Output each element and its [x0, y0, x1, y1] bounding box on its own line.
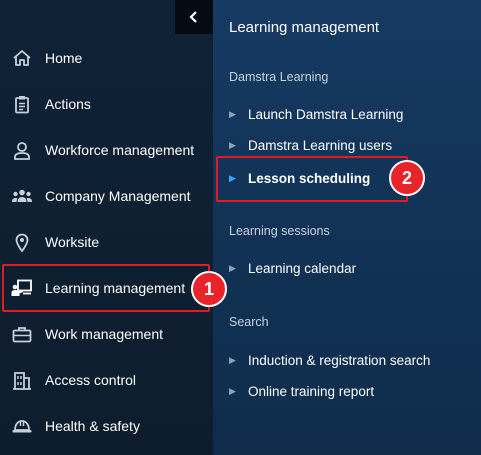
link-label: Online training report — [248, 383, 375, 399]
sidebar-item-work-management[interactable]: Work management — [0, 311, 213, 357]
sidebar-item-label: Home — [45, 50, 83, 66]
panel-title: Learning management — [229, 19, 380, 36]
sidebar-item-label: Access control — [45, 372, 137, 388]
highlight-lesson-scheduling — [216, 156, 408, 202]
sidebar-item-access-control[interactable]: Access control — [0, 357, 213, 403]
link-launch-damstra-learning[interactable]: ▶ Launch Damstra Learning — [229, 102, 469, 126]
link-learning-calendar[interactable]: ▶ Learning calendar — [229, 256, 469, 280]
sidebar-item-label: Company Management — [45, 188, 191, 204]
sidebar-item-worksite[interactable]: Worksite — [0, 219, 213, 265]
sidebar-item-label: Health & safety — [45, 418, 140, 434]
sidebar-item-company-management[interactable]: Company Management — [0, 173, 213, 219]
step-badge-2: 2 — [389, 160, 425, 196]
sidebar-item-label: Workforce management — [45, 142, 195, 158]
chevron-right-icon: ▶ — [229, 354, 236, 365]
sidebar-item-label: Worksite — [45, 234, 100, 250]
chevron-right-icon: ▶ — [229, 262, 236, 273]
section-heading-search: Search — [229, 315, 269, 329]
sidebar: Home Actions Workforce management Compan… — [0, 0, 213, 455]
link-online-training-report[interactable]: ▶ Online training report — [229, 379, 469, 403]
collapse-sidebar-button[interactable] — [175, 0, 213, 34]
person-icon — [11, 139, 33, 161]
highlight-learning-management — [2, 264, 210, 312]
home-icon — [11, 47, 33, 69]
briefcase-icon — [11, 323, 33, 345]
sidebar-item-label: Actions — [45, 96, 91, 112]
chevron-right-icon: ▶ — [229, 385, 236, 396]
link-label: Induction & registration search — [248, 352, 431, 368]
building-icon — [11, 369, 33, 391]
sidebar-item-home[interactable]: Home — [0, 35, 213, 81]
section-heading-learning-sessions: Learning sessions — [229, 224, 330, 238]
chevron-right-icon: ▶ — [229, 139, 236, 150]
step-badge-1: 1 — [191, 271, 227, 307]
group-icon — [11, 185, 33, 207]
sidebar-item-workforce-management[interactable]: Workforce management — [0, 127, 213, 173]
location-pin-icon — [11, 231, 33, 253]
sidebar-item-health-safety[interactable]: Health & safety — [0, 403, 213, 449]
link-induction-registration-search[interactable]: ▶ Induction & registration search — [229, 348, 469, 372]
chevron-right-icon: ▶ — [229, 108, 236, 119]
link-label: Launch Damstra Learning — [248, 106, 404, 122]
link-label: Damstra Learning users — [248, 137, 393, 153]
sidebar-item-label: Work management — [45, 326, 164, 342]
hard-hat-icon — [11, 415, 33, 437]
submenu-panel: Learning management Damstra Learning ▶ L… — [213, 0, 481, 455]
link-label: Learning calendar — [248, 260, 357, 276]
chevron-left-icon — [189, 11, 197, 23]
clipboard-icon — [11, 93, 33, 115]
link-damstra-learning-users[interactable]: ▶ Damstra Learning users — [229, 133, 469, 157]
section-heading-damstra-learning: Damstra Learning — [229, 70, 329, 84]
sidebar-item-actions[interactable]: Actions — [0, 81, 213, 127]
